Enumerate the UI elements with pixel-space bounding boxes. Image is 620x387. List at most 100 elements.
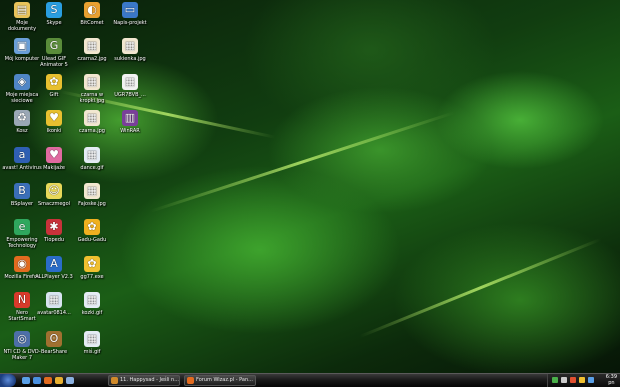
winrar-icon: ▥ [122, 110, 138, 126]
desktop-icon[interactable]: ▦ avatar0814... [34, 292, 74, 328]
firefox-icon: ◉ [14, 256, 30, 272]
desktop-icon-label: Ikonki [46, 128, 62, 134]
desktop-icon[interactable]: A ALLPlayer V2.3 [34, 256, 74, 292]
nero-icon: N [14, 292, 30, 308]
antivirus-icon[interactable] [570, 377, 576, 383]
desktop-icon[interactable]: ☺ Smaczmegol [34, 183, 74, 219]
desktop-icon[interactable]: ✿ Gadu-Gadu [72, 219, 112, 255]
clock-date: pn [608, 380, 615, 386]
desktop-icon-label: Gadu-Gadu [77, 237, 107, 243]
desktop-icon[interactable]: ✿ gg77.exe [72, 256, 112, 292]
image-file-icon: ▦ [84, 110, 100, 126]
taskbar-button-label: 11. Happysad - Jeśli n... [120, 377, 179, 383]
image-file-icon: ▦ [84, 147, 100, 163]
desktop-icon-label: Ulead GIF Animator 5 [40, 56, 68, 68]
gg-icon[interactable] [579, 377, 585, 383]
desktop-icon[interactable]: ♥ Ikonki [34, 110, 74, 146]
taskbar-button[interactable]: Forum Wizaz.pl - Pan... [184, 375, 256, 386]
bearshare-icon: ʘ [46, 331, 62, 347]
show-desktop-icon[interactable] [22, 377, 30, 384]
avast-icon: a [14, 147, 30, 163]
firefox-icon[interactable] [44, 377, 52, 384]
nti-cd-dvd-icon: ◎ [14, 331, 30, 347]
desktop-icon[interactable]: ▥ WinRAR [110, 110, 150, 146]
clock[interactable]: 6:39 pn [606, 374, 617, 386]
makeup-heart-icon: ♥ [46, 147, 62, 163]
desktop-icon[interactable]: ♥ Makijaże [34, 147, 74, 183]
image-file-icon: ▦ [84, 331, 100, 347]
desktop-icon-label: miś.gif [83, 349, 101, 355]
desktop-icon-label: czarna w kropki.jpg [79, 92, 105, 104]
heart-folder-icon: ♥ [46, 110, 62, 126]
image-file-icon: ▦ [122, 74, 138, 90]
network-icon[interactable] [552, 377, 558, 383]
leaf-vein [149, 111, 455, 213]
desktop-icon-label: avatar0814... [37, 310, 71, 316]
desktop-icon-label: Smaczmegol [37, 201, 71, 207]
desktop-icon[interactable]: ▭ Napis-projekt [110, 2, 150, 38]
desktop-icon[interactable]: ▦ dance.gif [72, 147, 112, 183]
desktop-icon-label: Skype [46, 20, 62, 26]
desktop-icon[interactable]: ▦ UGR7BVB_... [110, 74, 150, 110]
desktop-icon-label: kozki.gif [81, 310, 103, 316]
leaf-vein [359, 237, 602, 338]
desktop-icon-label: WinRAR [120, 128, 140, 134]
desktop-icon-label: czarna.jpg [79, 128, 105, 134]
image-file-icon: ▦ [84, 183, 100, 199]
ulead-gif-icon: G [46, 38, 62, 54]
gift-icon: ✿ [46, 74, 62, 90]
desktop-icon-label: ALLPlayer V2.3 [35, 274, 73, 280]
desktop-icon-label: Fajoske.jpg [78, 201, 106, 207]
desktop-icon-label: Tlopedu [43, 237, 65, 243]
desktop-icon[interactable]: ◐ BitComet [72, 2, 112, 38]
recycle-bin-icon: ♻ [14, 110, 30, 126]
desktop-icon-label: Gift [49, 92, 59, 98]
desktop-icon[interactable]: ▦ czarna2.jpg [72, 38, 112, 74]
desktop-icon[interactable]: ▦ Fajoske.jpg [72, 183, 112, 219]
desktop-icon-label: Makijaże [43, 165, 65, 171]
desktop-icon-label: dance.gif [80, 165, 104, 171]
desktop-icon[interactable]: ▦ czarna.jpg [72, 110, 112, 146]
desktop-icon-label: Napis-projekt [113, 20, 147, 26]
system-tray: 6:39 pn [547, 374, 620, 387]
bitcomet-icon: ◐ [84, 2, 100, 18]
computer-icon: ▣ [14, 38, 30, 54]
media-icon[interactable] [55, 377, 63, 384]
desktop: ▤ Moje dokumenty ▣ Mój komputer ◈ Moje miejsc… [0, 0, 620, 387]
desktop-icon[interactable]: ✱ Tlopedu [34, 219, 74, 255]
desktop-icon[interactable]: ʘ BearShare [34, 331, 74, 367]
taskbar-button-label: Forum Wizaz.pl - Pan... [196, 377, 253, 383]
desktop-icon[interactable]: G Ulead GIF Animator 5 [34, 38, 74, 74]
desktop-icon-label: czarna2.jpg [77, 56, 107, 62]
image-file-icon: ▦ [46, 292, 62, 308]
folder-documents-icon: ▤ [14, 2, 30, 18]
image-file-icon: ▦ [84, 38, 100, 54]
smaczmegol-icon: ☺ [46, 183, 62, 199]
exe-file-icon: ✿ [84, 256, 100, 272]
skype-icon: S [46, 2, 62, 18]
desktop-icon[interactable]: ▦ kozki.gif [72, 292, 112, 328]
desktop-icon[interactable]: ✿ Gift [34, 74, 74, 110]
extra-icon[interactable] [66, 377, 74, 384]
desktop-icon[interactable]: ▦ sukienka.jpg [110, 38, 150, 74]
desktop-icon-label: gg77.exe [80, 274, 104, 280]
start-button[interactable] [0, 374, 16, 387]
network-places-icon: ◈ [14, 74, 30, 90]
desktop-icon-label: BearShare [40, 349, 68, 355]
desktop-icon[interactable]: ▦ miś.gif [72, 331, 112, 367]
taskbar-button[interactable]: 11. Happysad - Jeśli n... [108, 375, 180, 386]
firefox-icon [187, 377, 194, 384]
media-player-icon [111, 377, 118, 384]
desktop-icon-label: BitComet [80, 20, 104, 26]
empowering-technology-icon: e [14, 219, 30, 235]
tlopedu-icon: ✱ [46, 219, 62, 235]
image-file-icon: ▦ [84, 292, 100, 308]
volume-icon[interactable] [561, 377, 567, 383]
desktop-icon[interactable]: S Skype [34, 2, 74, 38]
taskbar: 11. Happysad - Jeśli n... Forum Wizaz.pl … [0, 373, 620, 387]
gadu-gadu-icon: ✿ [84, 219, 100, 235]
desktop-icon[interactable]: ▦ czarna w kropki.jpg [72, 74, 112, 110]
image-file-icon: ▦ [122, 38, 138, 54]
ie-icon[interactable] [33, 377, 41, 384]
update-icon[interactable] [588, 377, 594, 383]
